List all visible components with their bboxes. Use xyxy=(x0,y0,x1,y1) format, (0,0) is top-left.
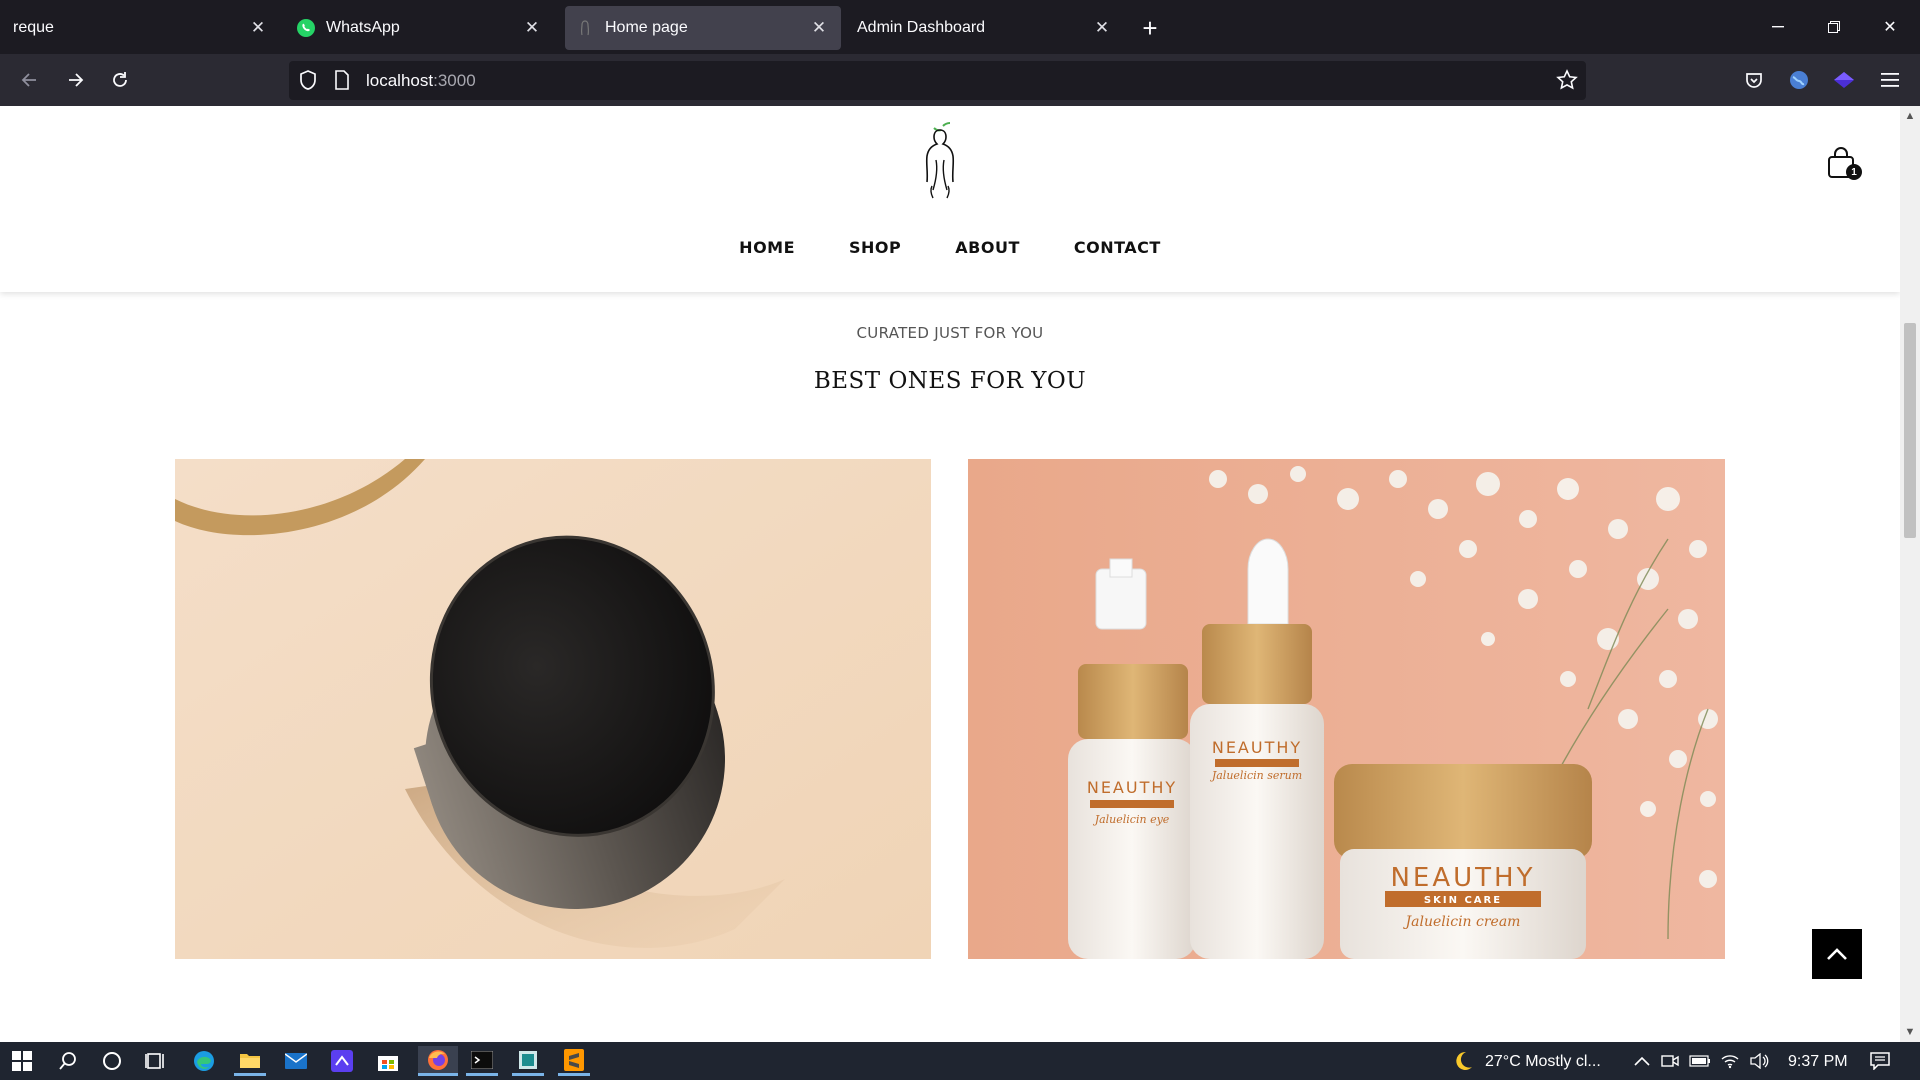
url-text: localhost:3000 xyxy=(366,71,476,90)
chevron-up-icon xyxy=(1827,948,1847,960)
menu-hamburger-icon[interactable] xyxy=(1872,62,1908,98)
mail-icon[interactable] xyxy=(280,1046,312,1076)
tab-admin-dashboard[interactable]: Admin Dashboard ✕ xyxy=(844,6,1124,50)
bottle1-brand: NEAUTHY xyxy=(1087,778,1177,797)
firefox-icon[interactable] xyxy=(418,1046,458,1076)
tab-home-page[interactable]: Home page ✕ xyxy=(565,6,841,50)
page-info-icon[interactable] xyxy=(333,70,351,95)
weather-text[interactable]: 27°C Mostly cl... xyxy=(1485,1053,1601,1071)
forward-arrow-icon[interactable] xyxy=(57,62,93,98)
pocket-icon[interactable] xyxy=(1736,62,1772,98)
page-scrollbar[interactable]: ▲ ▼ xyxy=(1900,106,1920,1042)
jar-brand: NEAUTHY xyxy=(1390,863,1535,893)
bottle1-label: Jaluelicin eye xyxy=(1093,813,1170,826)
search-icon[interactable] xyxy=(52,1046,84,1076)
weather-moon-icon xyxy=(1446,1046,1478,1076)
restore-icon[interactable] xyxy=(1816,10,1852,44)
jar-label: Jaluelicin cream xyxy=(1403,914,1521,930)
tracking-shield-icon[interactable] xyxy=(297,69,319,96)
wifi-icon[interactable] xyxy=(1714,1046,1746,1076)
site-header: 1 HOME SHOP ABOUT CONTACT xyxy=(0,106,1900,292)
tab-title: Admin Dashboard xyxy=(857,19,986,36)
address-bar[interactable]: localhost:3000 xyxy=(289,61,1586,100)
product-card-jar[interactable] xyxy=(175,459,931,959)
main-nav: HOME SHOP ABOUT CONTACT xyxy=(0,238,1900,257)
section-kicker: CURATED JUST FOR YOU xyxy=(856,324,1044,342)
scroll-up-icon[interactable]: ▲ xyxy=(1900,108,1920,124)
clock-time[interactable]: 9:37 PM xyxy=(1788,1053,1848,1071)
jar-brand-sub: SKIN CARE xyxy=(1424,895,1502,906)
nav-home[interactable]: HOME xyxy=(739,238,795,257)
notifications-icon[interactable] xyxy=(1864,1046,1896,1076)
visual-studio-icon[interactable] xyxy=(326,1046,358,1076)
nav-about[interactable]: ABOUT xyxy=(955,238,1020,257)
bookmark-star-icon[interactable] xyxy=(1556,69,1578,96)
nav-shop[interactable]: SHOP xyxy=(849,238,901,257)
bottle2-label: Jaluelicin serum xyxy=(1210,769,1302,782)
cart-count-badge: 1 xyxy=(1846,164,1862,180)
volume-icon[interactable] xyxy=(1744,1046,1776,1076)
tab-reque[interactable]: reque ✕ xyxy=(0,6,280,50)
cortana-icon[interactable] xyxy=(96,1046,128,1076)
skincare-set-image: NEAUTHY Jaluelicin eye NEAUTHY Jaluelici… xyxy=(968,459,1725,959)
meet-now-icon[interactable] xyxy=(1654,1046,1686,1076)
brand-logo[interactable] xyxy=(910,120,970,202)
reload-icon[interactable] xyxy=(102,62,138,98)
back-to-top-button[interactable] xyxy=(1812,929,1862,979)
close-icon[interactable]: ✕ xyxy=(807,16,831,40)
window-close-icon[interactable]: ✕ xyxy=(1872,10,1908,44)
notepad-icon[interactable] xyxy=(512,1046,544,1076)
battery-icon[interactable] xyxy=(1684,1046,1716,1076)
back-arrow-icon[interactable] xyxy=(12,62,48,98)
product-card-skincare-set[interactable]: NEAUTHY Jaluelicin eye NEAUTHY Jaluelici… xyxy=(968,459,1725,959)
whatsapp-icon xyxy=(296,18,316,38)
browser-tab-strip: reque ✕ WhatsApp ✕ Home page ✕ Admin Das… xyxy=(0,0,1920,54)
new-tab-plus-icon[interactable]: + xyxy=(1136,13,1164,43)
browser-toolbar: localhost:3000 xyxy=(0,54,1920,106)
file-explorer-icon[interactable] xyxy=(234,1046,266,1076)
jar-product-image xyxy=(175,459,931,959)
windows-start-icon[interactable] xyxy=(6,1046,38,1076)
bottle2-brand: NEAUTHY xyxy=(1212,738,1302,757)
sublime-text-icon[interactable] xyxy=(558,1046,590,1076)
terminal-icon[interactable] xyxy=(466,1046,498,1076)
store-icon[interactable] xyxy=(372,1046,404,1076)
web-page: 1 HOME SHOP ABOUT CONTACT CURATED JUST F… xyxy=(0,106,1900,1042)
edge-browser-icon[interactable] xyxy=(188,1046,220,1076)
extension-globe-icon[interactable] xyxy=(1781,62,1817,98)
tab-whatsapp[interactable]: WhatsApp ✕ xyxy=(286,6,554,50)
scroll-down-icon[interactable]: ▼ xyxy=(1900,1024,1920,1040)
page-favicon-icon xyxy=(575,18,595,38)
nav-contact[interactable]: CONTACT xyxy=(1074,238,1161,257)
windows-taskbar: 27°C Mostly cl... 9:37 PM xyxy=(0,1042,1920,1080)
close-icon[interactable]: ✕ xyxy=(520,16,544,40)
scrollbar-thumb[interactable] xyxy=(1904,323,1916,538)
minimize-icon[interactable] xyxy=(1760,10,1796,44)
tab-title: Home page xyxy=(605,19,688,36)
task-view-icon[interactable] xyxy=(140,1046,172,1076)
extension-diamond-icon[interactable] xyxy=(1826,62,1862,98)
tab-title: WhatsApp xyxy=(326,19,400,36)
section-title: BEST ONES FOR YOU xyxy=(813,368,1087,394)
close-icon[interactable]: ✕ xyxy=(1090,16,1114,40)
close-icon[interactable]: ✕ xyxy=(246,16,270,40)
tab-title: reque xyxy=(13,19,54,36)
